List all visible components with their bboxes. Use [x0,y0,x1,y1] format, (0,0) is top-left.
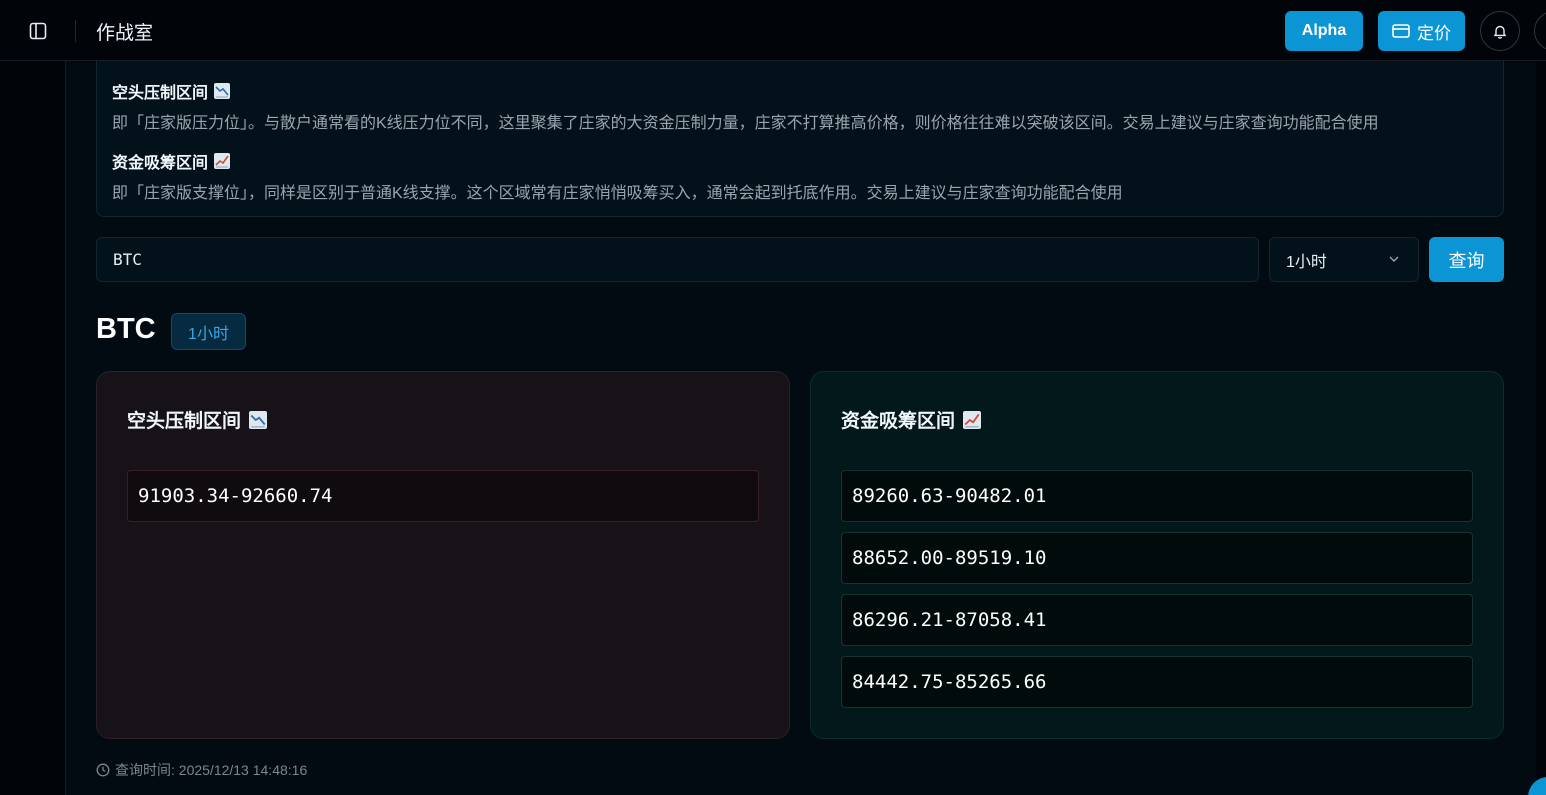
short-zone-heading-text: 空头压制区间 [112,85,209,102]
chart-increasing-icon [963,410,982,429]
alpha-button[interactable]: Alpha [1285,11,1363,51]
page-title: 作战室 [96,23,154,44]
side-nav [0,61,66,795]
long-card-title: 资金吸筹区间 [841,406,982,433]
interval-select-value: 1小时 [1286,253,1327,271]
long-range-item: 89260.63-90482.01 [841,470,1473,522]
long-zone-description: 即「庄家版支撑位」，同样是区别于普通K线支撑。这个区域常有庄家悄悄吸筹买入，通常… [112,185,1123,202]
chevron-down-icon [1389,256,1399,262]
long-zone-card: 资金吸筹区间 89260.63-90482.01 88652.00-89519.… [810,371,1504,739]
query-timestamp: 查询时间: 2025/12/13 14:48:16 [96,760,307,780]
long-zone-heading: 资金吸筹区间 [112,149,231,173]
long-range-item: 84442.75-85265.66 [841,656,1473,708]
long-zone-heading-text: 资金吸筹区间 [112,155,209,172]
user-menu-button[interactable] [1534,11,1546,51]
sidebar-icon [29,22,47,40]
bell-icon [1494,25,1506,39]
scrollbar[interactable] [1536,61,1546,795]
short-range-item: 91903.34-92660.74 [127,470,759,522]
interval-badge: 1小时 [171,313,246,350]
pricing-button[interactable]: 定价 [1378,11,1465,51]
short-card-title: 空头压制区间 [127,406,268,433]
interval-select[interactable]: 1小时 [1269,237,1419,282]
short-zone-heading: 空头压制区间 [112,79,231,103]
credit-card-icon [1392,24,1410,38]
long-range-item: 88652.00-89519.10 [841,532,1473,584]
long-card-title-text: 资金吸筹区间 [841,411,956,432]
symbol-input[interactable] [96,237,1259,282]
chart-increasing-icon [214,153,231,169]
topbar-divider [75,20,76,42]
long-range-item: 86296.21-87058.41 [841,594,1473,646]
clock-icon [96,763,110,777]
chart-decreasing-icon [249,410,268,429]
short-zone-card: 空头压制区间 91903.34-92660.74 [96,371,790,739]
sidebar-toggle-button[interactable] [27,20,49,42]
result-symbol: BTC [96,313,156,345]
query-timestamp-text: 查询时间: 2025/12/13 14:48:16 [115,762,308,778]
notifications-button[interactable] [1480,11,1520,51]
pricing-label: 定价 [1417,23,1451,43]
short-card-title-text: 空头压制区间 [127,411,242,432]
top-bar: 作战室 Alpha 定价 [0,0,1546,61]
short-zone-description: 即「庄家版压力位」。与散户通常看的K线压力位不同，这里聚集了庄家的大资金压制力量… [112,115,1379,132]
chart-decreasing-icon [214,83,231,99]
query-button[interactable]: 查询 [1429,237,1504,282]
explanation-panel: 空头压制区间 即「庄家版压力位」。与散户通常看的K线压力位不同，这里聚集了庄家的… [96,61,1504,217]
